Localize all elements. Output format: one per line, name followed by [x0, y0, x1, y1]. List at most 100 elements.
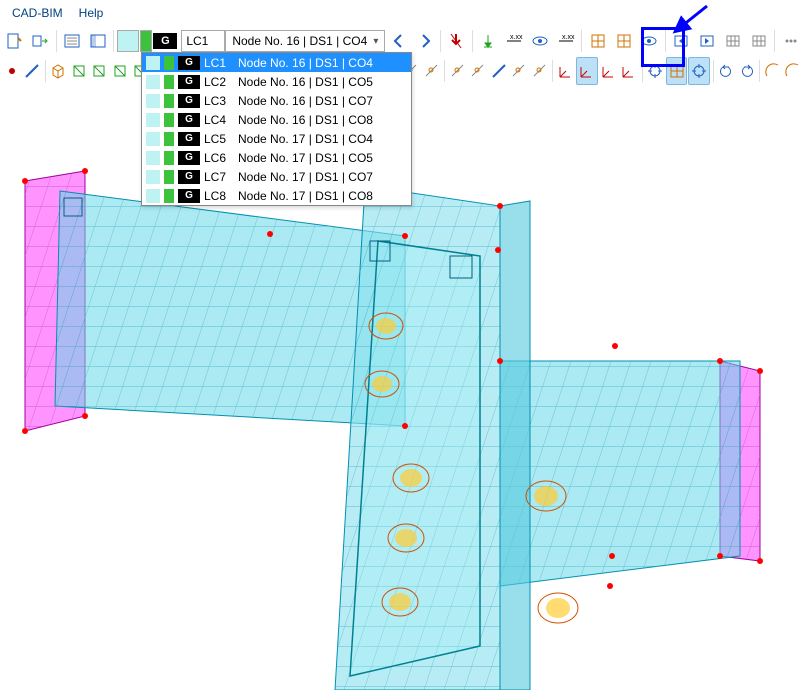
dd-swatch-a	[146, 94, 160, 108]
show-list-icon[interactable]	[60, 28, 85, 54]
menu-bar: CAD-BIM Help	[0, 0, 805, 26]
coord-3-icon[interactable]	[599, 58, 618, 84]
loadcase-dropdown[interactable]: GLC1Node No. 16 | DS1 | CO4GLC2Node No. …	[141, 52, 412, 206]
show-panel-icon[interactable]	[86, 28, 111, 54]
lc-desc-dropdown[interactable]: Node No. 16 | DS1 | CO4 ▾	[225, 30, 385, 52]
dd-name: LC3	[204, 94, 234, 108]
support-icon[interactable]	[476, 28, 501, 54]
3d-box-icon[interactable]	[49, 58, 68, 84]
dd-name: LC5	[204, 132, 234, 146]
svg-text:x.xx: x.xx	[562, 34, 575, 41]
dropdown-item[interactable]: GLC8Node No. 17 | DS1 | CO8	[142, 186, 411, 205]
dropdown-item[interactable]: GLC4Node No. 16 | DS1 | CO8	[142, 110, 411, 129]
wire-icon[interactable]	[69, 58, 88, 84]
dd-category-badge: G	[178, 170, 200, 184]
svg-text:x.xx: x.xx	[510, 34, 523, 41]
dropdown-item[interactable]: G LC7 Node No. 17 | DS1 | CO7	[142, 167, 411, 186]
dd-category-badge: G	[178, 132, 200, 146]
edit-line-icon[interactable]	[489, 58, 508, 84]
grid-toggle-icon[interactable]	[666, 57, 687, 85]
dd-desc: Node No. 16 | DS1 | CO4	[238, 56, 407, 70]
dd-name: LC6	[204, 151, 234, 165]
dd-swatch-b	[164, 75, 174, 89]
mesh-left-icon[interactable]	[720, 28, 745, 54]
dd-desc: Node No. 17 | DS1 | CO7	[238, 170, 407, 184]
measure-icon[interactable]	[448, 58, 467, 84]
view-right-icon[interactable]	[695, 28, 720, 54]
dd-category-badge: G	[178, 94, 200, 108]
menu-cadbim[interactable]: CAD-BIM	[4, 4, 71, 22]
lc-swatch-b	[140, 30, 152, 52]
dimension-x-icon[interactable]: x.xx	[502, 28, 527, 54]
offset-icon[interactable]	[422, 58, 441, 84]
toolbar-separator	[45, 60, 46, 82]
dimension-x2-icon[interactable]: x.xx	[553, 28, 578, 54]
dd-category-badge: G	[178, 113, 200, 127]
toolbar-separator	[642, 60, 643, 82]
column-icon[interactable]	[110, 58, 129, 84]
dd-category-badge: G	[178, 189, 200, 203]
dd-desc: Node No. 17 | DS1 | CO5	[238, 151, 407, 165]
dd-swatch-b	[164, 56, 174, 70]
menu-help[interactable]: Help	[71, 4, 112, 22]
dd-swatch-a	[146, 189, 160, 203]
toolbar-separator	[713, 60, 714, 82]
dd-swatch-b	[164, 132, 174, 146]
next-icon[interactable]	[412, 28, 437, 54]
line-icon[interactable]	[22, 58, 41, 84]
toolbar-separator	[759, 60, 760, 82]
coord-1-icon[interactable]	[556, 58, 575, 84]
dd-swatch-a	[146, 113, 160, 127]
arc-left-icon[interactable]	[763, 58, 782, 84]
dropdown-item[interactable]: GLC1Node No. 16 | DS1 | CO4	[142, 53, 411, 72]
dd-desc: Node No. 17 | DS1 | CO4	[238, 132, 407, 146]
filter-icon[interactable]	[530, 58, 549, 84]
visibility-icon[interactable]	[528, 28, 553, 54]
solid-icon[interactable]	[89, 58, 108, 84]
view-left-icon[interactable]	[669, 28, 694, 54]
undo-icon[interactable]	[716, 58, 735, 84]
dd-name: LC7	[204, 170, 234, 184]
mesh-right-icon[interactable]	[746, 28, 771, 54]
grid-b-icon[interactable]	[611, 28, 636, 54]
document-icon[interactable]	[2, 28, 27, 54]
loadcase-selector[interactable]: GLC1 Node No. 16 | DS1 | CO4 ▾	[117, 29, 385, 53]
dd-swatch-a	[146, 132, 160, 146]
load-red-icon[interactable]	[444, 28, 469, 54]
dd-swatch-b	[164, 189, 174, 203]
more-icon[interactable]	[778, 28, 803, 54]
lc-name-field[interactable]: LC1	[181, 30, 225, 52]
dd-name: LC1	[204, 56, 234, 70]
toolbar-separator	[472, 30, 473, 52]
target-icon[interactable]	[645, 58, 664, 84]
coord-4-icon[interactable]	[619, 58, 638, 84]
dd-desc: Node No. 16 | DS1 | CO7	[238, 94, 407, 108]
toolbar-separator	[665, 30, 666, 52]
arc-right-icon[interactable]	[783, 58, 802, 84]
dd-swatch-a	[146, 170, 160, 184]
coord-2-icon[interactable]	[576, 57, 597, 85]
dropdown-item[interactable]: G LC3 Node No. 16 | DS1 | CO7	[142, 91, 411, 110]
dd-swatch-b	[164, 94, 174, 108]
dropdown-item[interactable]: GLC6Node No. 17 | DS1 | CO5	[142, 148, 411, 167]
dropdown-item[interactable]: G LC5 Node No. 17 | DS1 | CO4	[142, 129, 411, 148]
eye-result-icon[interactable]	[637, 28, 662, 54]
dd-swatch-a	[146, 151, 160, 165]
pan-target-icon[interactable]	[688, 57, 709, 85]
prev-icon[interactable]	[386, 28, 411, 54]
node-icon[interactable]	[2, 58, 21, 84]
toolbar-separator	[581, 30, 582, 52]
dropdown-item[interactable]: GLC2Node No. 16 | DS1 | CO5	[142, 72, 411, 91]
angle-icon[interactable]	[469, 58, 488, 84]
redo-icon[interactable]	[737, 58, 756, 84]
chevron-down-icon: ▾	[373, 36, 378, 47]
dd-name: LC2	[204, 75, 234, 89]
toolbar-separator	[113, 30, 114, 52]
box-icon[interactable]	[509, 58, 528, 84]
toolbar-separator	[774, 30, 775, 52]
grid-a-icon[interactable]	[585, 28, 610, 54]
lc-desc-text: Node No. 16 | DS1 | CO4	[232, 34, 367, 48]
lc-category-badge: G	[153, 33, 177, 49]
dd-swatch-a	[146, 56, 160, 70]
assign-icon[interactable]	[28, 28, 53, 54]
